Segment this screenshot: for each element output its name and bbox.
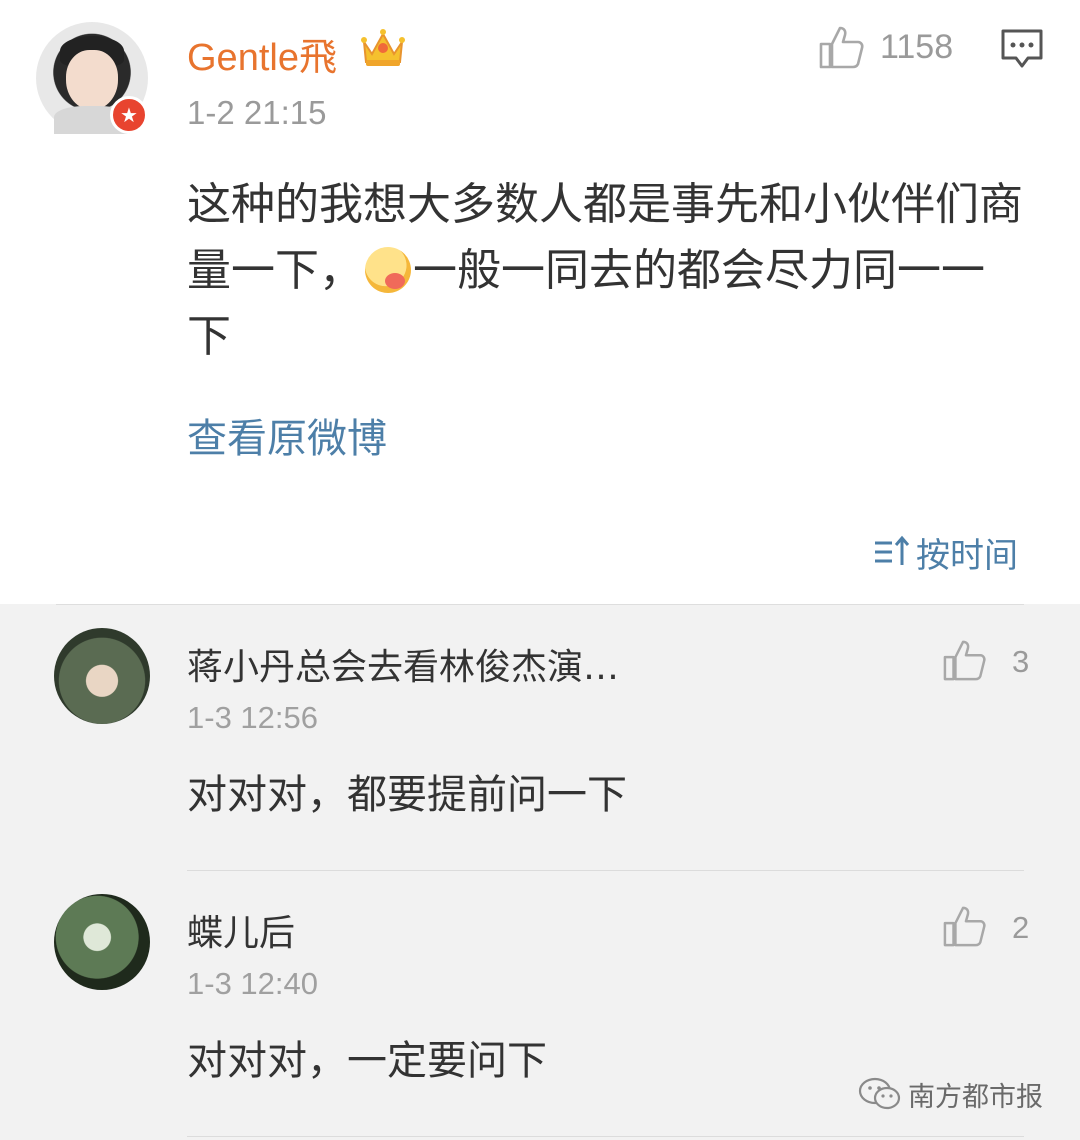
yummy-face-emoji-icon (365, 247, 411, 293)
reply-text: 对对对，都要提前问一下 (187, 772, 627, 818)
verified-star-badge-icon: ★ (110, 96, 148, 134)
watermark: 南方都市报 (858, 1074, 1043, 1114)
reply-like-count: 3 (1012, 644, 1030, 679)
sort-by-time-button[interactable]: 按时间 (872, 530, 1018, 576)
thumbs-up-icon[interactable] (942, 904, 988, 948)
post-timestamp: 1-2 21:15 (187, 94, 327, 131)
main-post: ★ Gentle飛 1-2 21:15 1158 这种的我想大多数人都是事先和小… (0, 0, 1080, 604)
post-like-count: 1158 (880, 28, 954, 66)
vip-crown-icon (361, 29, 405, 66)
reply-avatar[interactable] (54, 628, 150, 724)
view-original-link[interactable]: 查看原微博 (187, 406, 387, 464)
thumbs-up-icon[interactable] (818, 24, 866, 70)
reply-divider (187, 1136, 1024, 1137)
comment-icon[interactable] (1000, 28, 1044, 70)
thumbs-up-icon[interactable] (942, 638, 988, 682)
avatar-face (66, 50, 118, 110)
post-username[interactable]: Gentle飛 (187, 26, 337, 81)
reply-username[interactable]: 蒋小丹总会去看林俊杰演… (187, 638, 619, 690)
reply-list-top-divider (56, 604, 1024, 605)
reply-timestamp: 1-3 12:56 (187, 700, 318, 735)
reply-timestamp: 1-3 12:40 (187, 966, 318, 1001)
reply-like-count: 2 (1012, 910, 1030, 945)
reply-avatar[interactable] (54, 894, 150, 990)
reply-divider (187, 870, 1024, 871)
reply-text: 对对对，一定要问下 (187, 1038, 547, 1084)
reply-username[interactable]: 蝶儿后 (187, 904, 295, 956)
sort-icon (875, 535, 910, 565)
wechat-icon (858, 1077, 901, 1110)
post-text: 这种的我想大多数人都是事先和小伙伴们商量一下， 一般一同去的都会尽力同一一下 (187, 172, 1027, 370)
sort-label: 按时间 (916, 535, 1018, 576)
watermark-text: 南方都市报 (908, 1081, 1043, 1113)
reply-list: 蒋小丹总会去看林俊杰演… 3 1-3 12:56 对对对，都要提前问一下 蝶儿后… (0, 604, 1080, 1140)
